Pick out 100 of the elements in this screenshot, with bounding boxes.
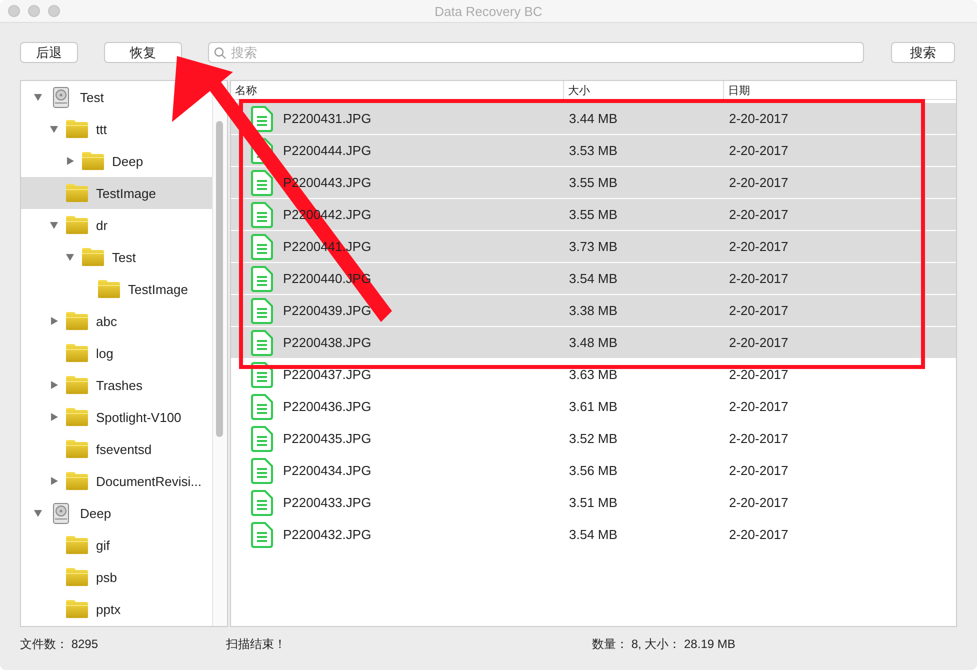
file-name: P2200444.JPG <box>283 143 372 158</box>
file-size: 3.48 MB <box>569 335 618 350</box>
file-size: 3.73 MB <box>569 239 618 254</box>
folder-icon <box>81 151 105 171</box>
folder-icon <box>81 247 105 267</box>
document-icon <box>251 234 273 260</box>
folder-icon <box>97 279 121 299</box>
selection-summary: 数量： 8, 大小： 28.19 MB <box>592 636 736 653</box>
document-icon <box>251 394 273 420</box>
table-row[interactable]: P2200436.JPG 3.61 MB 2-20-2017 <box>231 391 956 423</box>
search-button[interactable]: 搜索 <box>891 42 955 63</box>
file-size: 3.53 MB <box>569 143 618 158</box>
file-name: P2200431.JPG <box>283 111 372 126</box>
recover-button[interactable]: 恢复 <box>104 42 182 63</box>
collapsed-triangle-icon[interactable] <box>49 412 59 422</box>
file-name: P2200437.JPG <box>283 367 372 382</box>
scrollbar-thumb[interactable] <box>216 121 223 437</box>
tree-item[interactable]: Test <box>21 241 136 273</box>
file-date: 2-20-2017 <box>729 207 788 222</box>
table-row[interactable]: P2200439.JPG 3.38 MB 2-20-2017 <box>231 295 956 327</box>
document-icon <box>251 298 273 324</box>
table-row[interactable]: P2200437.JPG 3.63 MB 2-20-2017 <box>231 359 956 391</box>
file-size: 3.38 MB <box>569 303 618 318</box>
table-row[interactable]: P2200438.JPG 3.48 MB 2-20-2017 <box>231 327 956 359</box>
status-message: 扫描结束！ <box>226 636 287 653</box>
window-title: Data Recovery BC <box>434 4 542 18</box>
expanded-triangle-icon[interactable] <box>65 252 75 262</box>
file-size: 3.55 MB <box>569 175 618 190</box>
document-icon <box>251 266 273 292</box>
document-icon <box>251 202 273 228</box>
file-name: P2200433.JPG <box>283 495 372 510</box>
tree-item[interactable]: Spotlight-V100 <box>21 401 182 433</box>
file-date: 2-20-2017 <box>729 495 788 510</box>
folder-icon <box>65 471 89 491</box>
folder-icon <box>65 599 89 619</box>
tree-item[interactable]: TestImage <box>21 273 188 305</box>
file-date: 2-20-2017 <box>729 399 788 414</box>
file-size: 3.54 MB <box>569 527 618 542</box>
collapsed-triangle-icon[interactable] <box>49 476 59 486</box>
table-row[interactable]: P2200433.JPG 3.51 MB 2-20-2017 <box>231 487 956 519</box>
hard-drive-icon <box>53 86 69 108</box>
file-date: 2-20-2017 <box>729 303 788 318</box>
document-icon <box>251 426 273 452</box>
table-row[interactable]: P2200431.JPG 3.44 MB 2-20-2017 <box>231 103 956 135</box>
file-name: P2200438.JPG <box>283 335 372 350</box>
column-header[interactable]: 日期 <box>724 81 956 99</box>
table-row[interactable]: P2200432.JPG 3.54 MB 2-20-2017 <box>231 519 956 551</box>
folder-icon <box>65 215 89 235</box>
search-field[interactable]: 搜索 <box>208 42 864 63</box>
file-date: 2-20-2017 <box>729 527 788 542</box>
back-button[interactable]: 后退 <box>20 42 78 63</box>
expanded-triangle-icon[interactable] <box>49 220 59 230</box>
tree-item[interactable]: fseventsd <box>21 433 152 465</box>
collapsed-triangle-icon[interactable] <box>49 316 59 326</box>
file-size: 3.54 MB <box>569 271 618 286</box>
folder-icon <box>65 439 89 459</box>
folder-icon <box>65 375 89 395</box>
document-icon <box>251 522 273 548</box>
folder-icon <box>65 311 89 331</box>
table-row[interactable]: P2200434.JPG 3.56 MB 2-20-2017 <box>231 455 956 487</box>
tree-item[interactable]: Trashes <box>21 369 142 401</box>
collapsed-triangle-icon[interactable] <box>65 156 75 166</box>
file-count: 文件数： 8295 <box>20 636 100 653</box>
tree-item[interactable]: gif <box>21 529 110 561</box>
expanded-triangle-icon[interactable] <box>33 92 43 102</box>
file-name: P2200434.JPG <box>283 463 372 478</box>
file-date: 2-20-2017 <box>729 143 788 158</box>
column-header[interactable]: 大小 <box>564 81 724 99</box>
file-size: 3.61 MB <box>569 399 618 414</box>
file-size: 3.56 MB <box>569 463 618 478</box>
tree-item[interactable]: abc <box>21 305 117 337</box>
document-icon <box>251 170 273 196</box>
file-date: 2-20-2017 <box>729 111 788 126</box>
file-size: 3.44 MB <box>569 111 618 126</box>
file-size: 3.55 MB <box>569 207 618 222</box>
collapsed-triangle-icon[interactable] <box>49 380 59 390</box>
tree-item[interactable]: TestImage <box>21 177 212 209</box>
tree-item[interactable]: DocumentRevisi... <box>21 465 202 497</box>
file-date: 2-20-2017 <box>729 367 788 382</box>
tree-item[interactable]: Deep <box>21 497 112 529</box>
tree-item[interactable]: Deep <box>21 145 144 177</box>
table-row[interactable]: P2200444.JPG 3.53 MB 2-20-2017 <box>231 135 956 167</box>
tree-item[interactable]: dr <box>21 209 108 241</box>
expanded-triangle-icon[interactable] <box>49 124 59 134</box>
folder-icon <box>65 407 89 427</box>
folder-icon <box>65 567 89 587</box>
file-date: 2-20-2017 <box>729 431 788 446</box>
file-date: 2-20-2017 <box>729 463 788 478</box>
expanded-triangle-icon[interactable] <box>33 508 43 518</box>
table-row[interactable]: P2200435.JPG 3.52 MB 2-20-2017 <box>231 423 956 455</box>
file-name: P2200432.JPG <box>283 527 372 542</box>
tree-item[interactable]: log <box>21 337 114 369</box>
tree-item[interactable]: pptx <box>21 593 121 625</box>
file-name: P2200435.JPG <box>283 431 372 446</box>
tree-item[interactable]: Test <box>21 81 104 113</box>
tree-item[interactable]: psb <box>21 561 117 593</box>
document-icon <box>251 330 273 356</box>
document-icon <box>251 106 273 132</box>
tree-item[interactable]: ttt <box>21 113 107 145</box>
file-size: 3.51 MB <box>569 495 618 510</box>
